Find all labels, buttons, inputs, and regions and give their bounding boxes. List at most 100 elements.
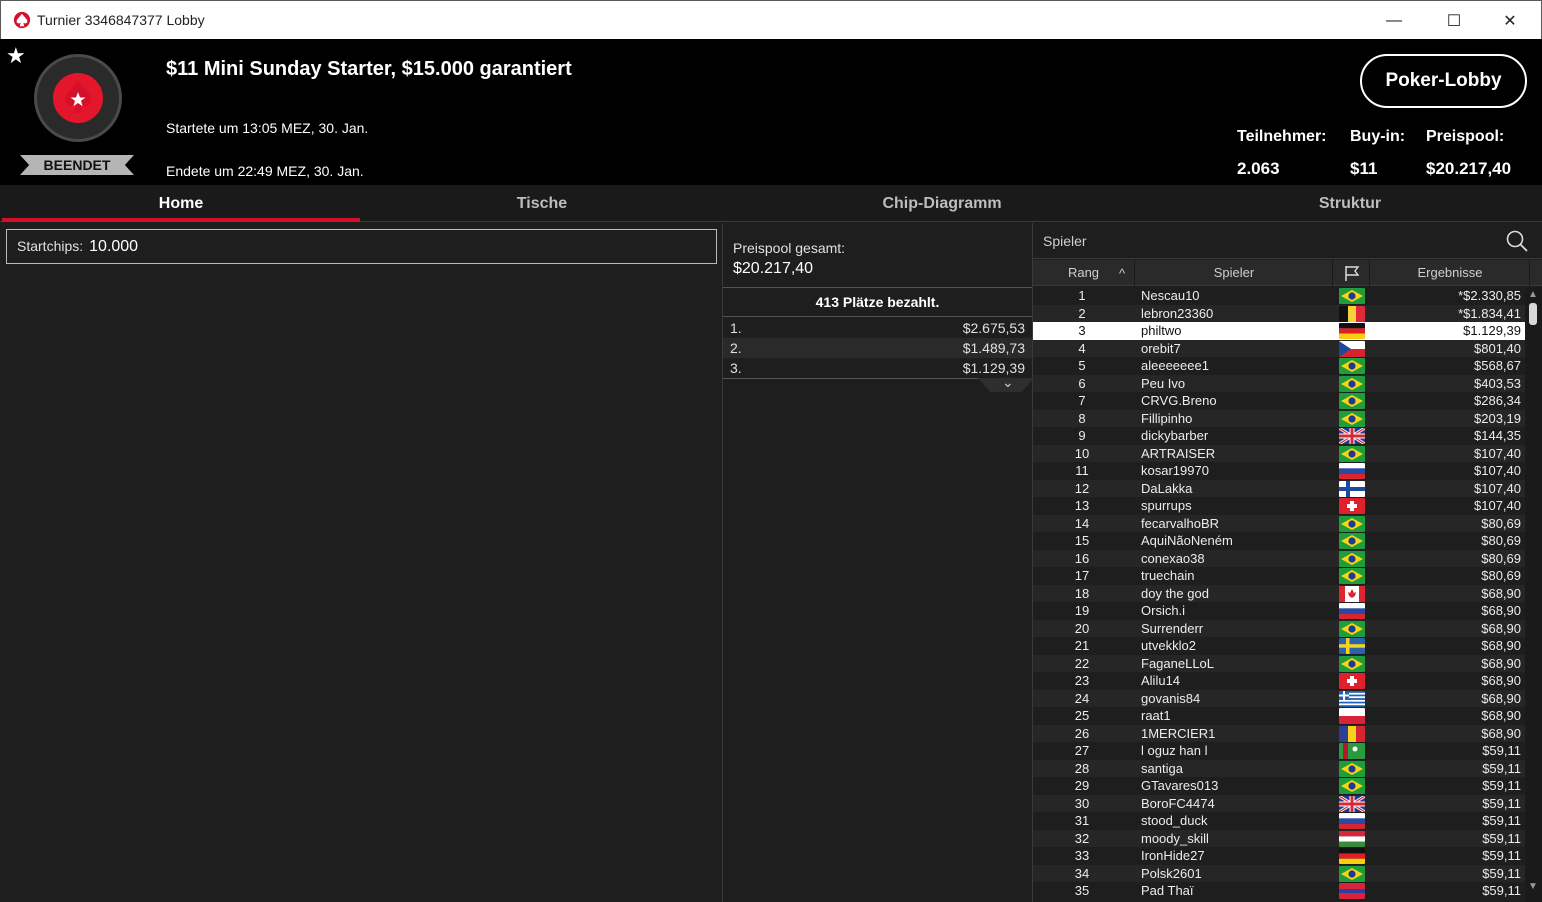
player-row[interactable]: 14 fecarvalhoBR $80,69 xyxy=(1033,514,1530,532)
player-result: $59,11 xyxy=(1482,778,1521,793)
scroll-up-icon[interactable]: ▲ xyxy=(1528,289,1538,300)
player-row[interactable]: 35 Pad Thaï $59,11 xyxy=(1033,882,1530,900)
country-flag-icon xyxy=(1339,743,1365,759)
col-player[interactable]: Spieler xyxy=(1136,260,1333,286)
prize-row: 1. $2.675,53 xyxy=(723,318,1032,338)
player-row[interactable]: 23 Alilu14 $68,90 xyxy=(1033,672,1530,690)
tab-bar: Home Tische Chip-Diagramm Struktur xyxy=(0,185,1542,222)
player-rank: 6 xyxy=(1078,375,1086,391)
tab-tables[interactable]: Tische xyxy=(362,185,722,222)
player-row[interactable]: 20 Surrenderr $68,90 xyxy=(1033,619,1530,637)
player-rank: 12 xyxy=(1074,480,1090,496)
player-row[interactable]: 13 spurrups $107,40 xyxy=(1033,497,1530,515)
player-row[interactable]: 1 Nescau10 *$2.330,85 xyxy=(1033,287,1530,305)
player-row[interactable]: 18 doy the god $68,90 xyxy=(1033,584,1530,602)
player-row[interactable]: 8 Fillipinho $203,19 xyxy=(1033,409,1530,427)
player-name: kosar19970 xyxy=(1141,463,1209,478)
player-name: GTavares013 xyxy=(1141,778,1219,793)
country-flag-icon xyxy=(1339,603,1365,619)
tab-home[interactable]: Home xyxy=(2,185,360,222)
player-name: Polsk2601 xyxy=(1141,865,1202,881)
col-rank-label: Rang xyxy=(1067,265,1100,280)
player-row[interactable]: 9 dickybarber $144,35 xyxy=(1033,427,1530,445)
player-result: $68,90 xyxy=(1481,638,1521,653)
poker-lobby-button[interactable]: Poker-Lobby xyxy=(1360,54,1527,108)
col-country[interactable] xyxy=(1334,260,1370,286)
country-flag-icon xyxy=(1339,340,1365,357)
player-row[interactable]: 21 utvekklo2 $68,90 xyxy=(1033,637,1530,655)
prizepool-total-label: Preispool gesamt: xyxy=(733,240,846,256)
player-result: *$2.330,85 xyxy=(1458,288,1521,303)
player-row[interactable]: 19 Orsich.i $68,90 xyxy=(1033,602,1530,620)
player-row[interactable]: 22 FaganeLLoL $68,90 xyxy=(1033,654,1530,672)
col-results[interactable]: Ergebnisse xyxy=(1371,260,1530,286)
player-name: spurrups xyxy=(1141,498,1192,513)
player-row[interactable]: 26 1MERCIER1 $68,90 xyxy=(1033,724,1530,742)
player-name: IronHide27 xyxy=(1141,848,1205,863)
player-name: Pad Thaï xyxy=(1141,883,1194,898)
player-row[interactable]: 29 GTavares013 $59,11 xyxy=(1033,777,1530,795)
country-flag-icon xyxy=(1339,638,1365,654)
player-rank: 20 xyxy=(1074,620,1090,636)
country-flag-icon xyxy=(1339,498,1365,514)
player-rank: 17 xyxy=(1074,568,1090,583)
prize-position: 2. xyxy=(730,340,742,356)
player-row[interactable]: 32 moody_skill $59,11 xyxy=(1033,829,1530,847)
player-row[interactable]: 7 CRVG.Breno $286,34 xyxy=(1033,392,1530,410)
country-flag-icon xyxy=(1339,323,1365,339)
player-row[interactable]: 28 santiga $59,11 xyxy=(1033,759,1530,777)
player-row[interactable]: 24 govanis84 $68,90 xyxy=(1033,689,1530,707)
players-scrollbar[interactable]: ▲ ▼ xyxy=(1525,287,1542,902)
country-flag-icon xyxy=(1339,778,1365,794)
player-name: ARTRAISER xyxy=(1141,445,1216,461)
player-row[interactable]: 10 ARTRAISER $107,40 xyxy=(1033,444,1530,462)
player-row[interactable]: 5 aleeeeeee1 $568,67 xyxy=(1033,357,1530,375)
country-flag-icon xyxy=(1339,673,1365,689)
player-row[interactable]: 31 stood_duck $59,11 xyxy=(1033,812,1530,830)
tournament-name: $11 Mini Sunday Starter, $15.000 garanti… xyxy=(166,58,572,80)
player-rank: 22 xyxy=(1074,655,1090,671)
player-row[interactable]: 15 AquiNãoNeném $80,69 xyxy=(1033,532,1530,550)
player-row[interactable]: 6 Peu Ivo $403,53 xyxy=(1033,374,1530,392)
country-flag-icon xyxy=(1339,848,1365,864)
player-result: $59,11 xyxy=(1482,865,1521,881)
player-row[interactable]: 12 DaLakka $107,40 xyxy=(1033,479,1530,497)
country-flag-icon xyxy=(1339,620,1365,637)
player-search[interactable]: Spieler xyxy=(1033,223,1542,259)
player-rank: 28 xyxy=(1074,760,1090,776)
player-row[interactable]: 11 kosar19970 $107,40 xyxy=(1033,462,1530,480)
tab-structure[interactable]: Struktur xyxy=(1160,185,1540,222)
player-name: CRVG.Breno xyxy=(1141,393,1217,408)
favorite-star-icon[interactable]: ★ xyxy=(6,45,26,67)
player-row[interactable]: 3 philtwo $1.129,39 xyxy=(1033,322,1530,340)
col-rank[interactable]: Rang ^ xyxy=(1033,260,1135,286)
search-icon[interactable] xyxy=(1505,229,1529,253)
maximize-button[interactable]: ☐ xyxy=(1431,1,1477,40)
player-rank: 30 xyxy=(1074,795,1090,811)
player-result: $568,67 xyxy=(1474,358,1521,373)
player-row[interactable]: 25 raat1 $68,90 xyxy=(1033,707,1530,725)
pokerstars-spade-icon xyxy=(13,11,31,29)
minimize-button[interactable]: — xyxy=(1371,1,1417,40)
close-button[interactable]: ✕ xyxy=(1487,1,1533,40)
player-row[interactable]: 16 conexao38 $80,69 xyxy=(1033,549,1530,567)
tab-chip-chart[interactable]: Chip-Diagramm xyxy=(742,185,1142,222)
search-input[interactable]: Spieler xyxy=(1043,233,1087,249)
player-row[interactable]: 34 Polsk2601 $59,11 xyxy=(1033,864,1530,882)
startchips-label: Startchips: xyxy=(17,238,84,254)
country-flag-icon xyxy=(1339,533,1365,549)
country-flag-icon xyxy=(1339,865,1365,882)
sort-asc-icon: ^ xyxy=(1119,266,1126,281)
scrollbar-thumb[interactable] xyxy=(1529,303,1537,325)
player-row[interactable]: 27 l oguz han l $59,11 xyxy=(1033,742,1530,760)
player-name: santiga xyxy=(1141,760,1183,776)
player-rank: 19 xyxy=(1074,603,1090,618)
player-row[interactable]: 4 orebit7 $801,40 xyxy=(1033,339,1530,357)
player-result: $68,90 xyxy=(1481,725,1521,741)
scroll-down-icon[interactable]: ▼ xyxy=(1528,881,1538,892)
player-result: $59,11 xyxy=(1482,830,1521,846)
player-row[interactable]: 2 lebron23360 *$1.834,41 xyxy=(1033,304,1530,322)
player-row[interactable]: 17 truechain $80,69 xyxy=(1033,567,1530,585)
player-row[interactable]: 33 IronHide27 $59,11 xyxy=(1033,847,1530,865)
player-row[interactable]: 30 BoroFC4474 $59,11 xyxy=(1033,794,1530,812)
